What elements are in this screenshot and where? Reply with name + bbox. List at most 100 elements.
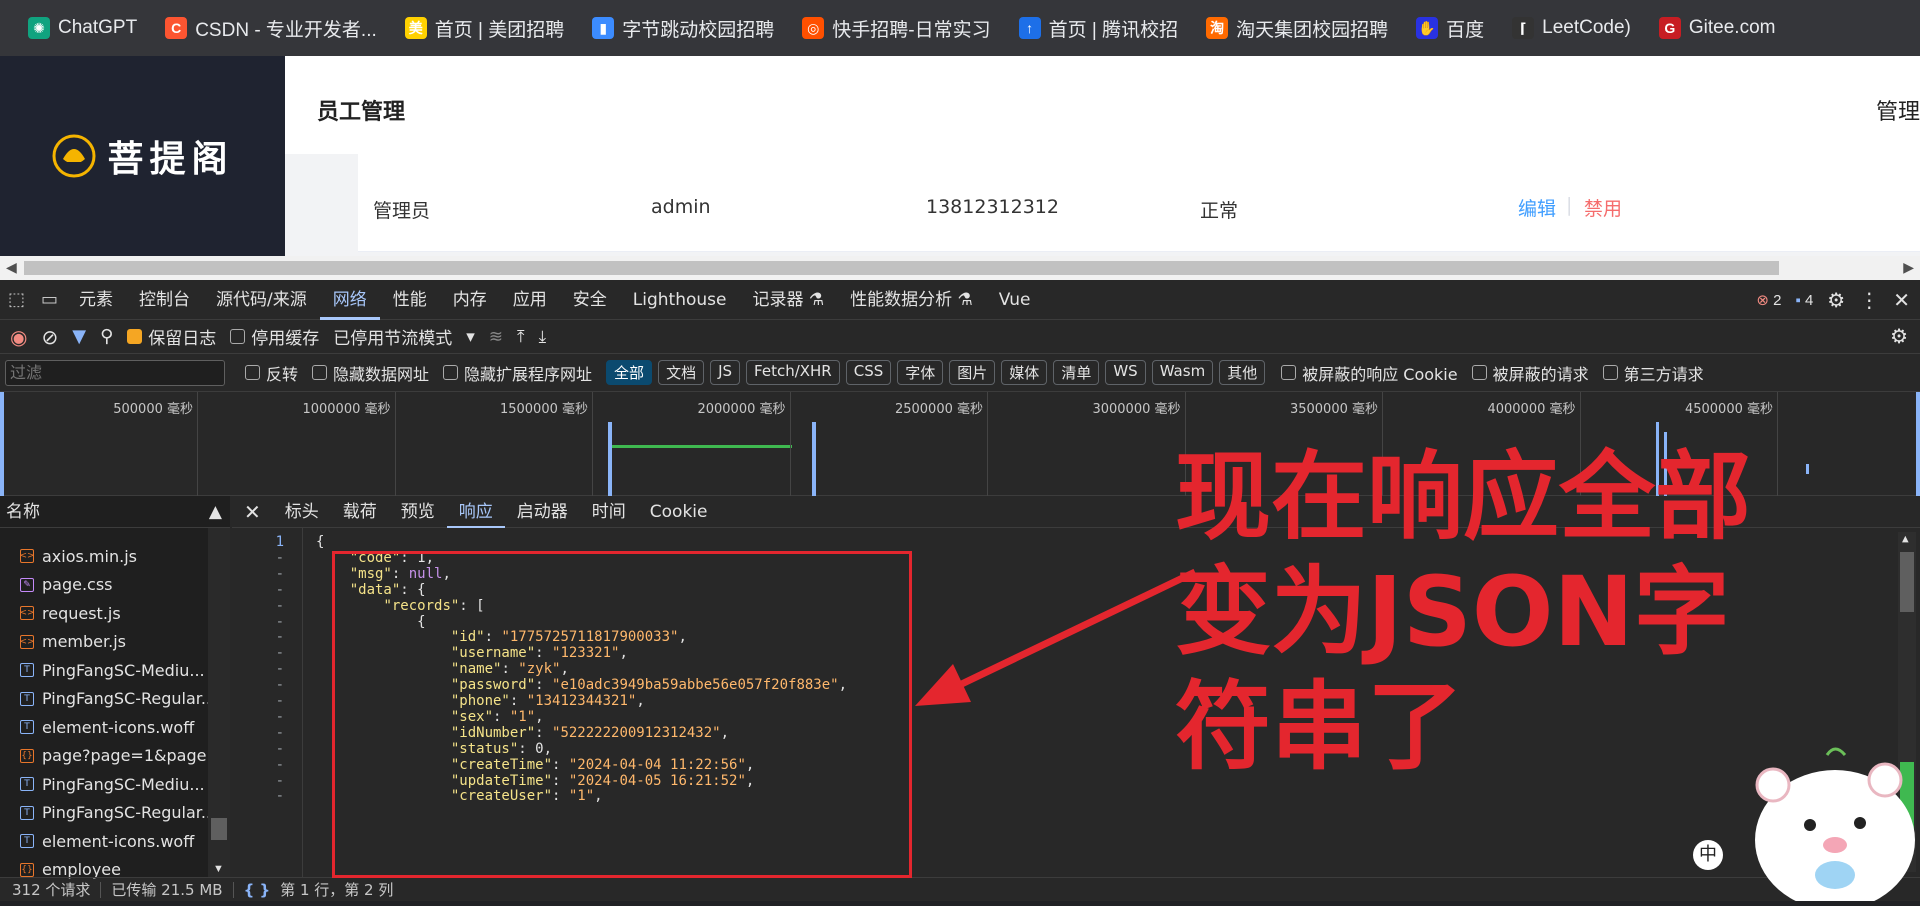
close-detail-icon[interactable]: ✕ (232, 496, 273, 528)
bookmark-item[interactable]: ✺ ChatGPT (14, 0, 151, 56)
request-list-item[interactable]: T PingFangSC-Mediu... (20, 770, 205, 798)
resource-type-filter[interactable]: 清单 (1053, 360, 1100, 385)
request-list-item[interactable]: T PingFangSC-Mediu... (20, 656, 205, 684)
bookmark-item[interactable]: ⌈ LeetCode) (1498, 0, 1645, 56)
detail-tab[interactable]: 标头 (273, 496, 331, 528)
devtools-tab[interactable]: 网络 (319, 280, 380, 320)
wifi-conditions-icon[interactable]: ≋ (489, 327, 503, 347)
blocked-cookies-checkbox[interactable]: 被屏蔽的响应 Cookie (1281, 361, 1458, 385)
request-list-scrollbar[interactable]: ▼ (208, 528, 230, 877)
bookmark-item[interactable]: ✋ 百度 (1402, 0, 1498, 56)
inspect-element-icon[interactable]: ⬚ (0, 289, 33, 310)
resource-type-filter[interactable]: 文档 (658, 360, 705, 385)
resource-type-filter[interactable]: 图片 (949, 360, 996, 385)
devtools-tab[interactable]: 性能数据分析 ⚗ (837, 280, 986, 320)
devtools-tab[interactable]: 源代码/来源 (203, 280, 320, 320)
close-devtools-icon[interactable]: ✕ (1893, 288, 1910, 313)
detail-tab[interactable]: 时间 (580, 496, 638, 528)
detail-tab[interactable]: 载荷 (331, 496, 389, 528)
devtools-tab[interactable]: 控制台 (126, 280, 203, 320)
filter-funnel-icon[interactable]: ▼ (72, 326, 86, 347)
bookmark-item[interactable]: 美首页 | 美团招聘 (391, 0, 579, 56)
scroll-left-icon[interactable]: ◀ (6, 259, 17, 276)
third-party-checkbox[interactable]: 第三方请求 (1602, 361, 1704, 385)
hide-data-urls-checkbox[interactable]: 隐藏数据网址 (312, 361, 429, 385)
network-settings-gear-icon[interactable]: ⚙ (1890, 324, 1908, 349)
resource-type-filter[interactable]: Wasm (1151, 360, 1214, 385)
devtools-tab[interactable]: Lighthouse (620, 280, 740, 320)
resource-type-filter[interactable]: 全部 (606, 360, 653, 385)
bookmark-label: 百度 (1446, 19, 1485, 41)
chatgpt-icon: ✺ (28, 17, 50, 39)
request-list-item[interactable]: Telement-icons.woff (20, 713, 194, 741)
header-user-menu[interactable]: 管理 (1876, 94, 1920, 126)
timeline-left-handle[interactable] (0, 392, 4, 496)
devtools-tab[interactable]: 应用 (500, 280, 560, 320)
message-counter[interactable]: ▪ 4 (1795, 292, 1813, 309)
error-counter[interactable]: ⊗ 2 (1756, 291, 1781, 309)
name-column-header[interactable]: 名称 ▲ (0, 496, 230, 528)
scrollbar-thumb[interactable] (1900, 552, 1914, 612)
scrollbar-thumb[interactable] (211, 818, 227, 840)
scroll-right-icon[interactable]: ▶ (1903, 259, 1914, 276)
resource-type-filter[interactable]: WS (1105, 360, 1146, 385)
app-logo[interactable]: 菩提阁 (51, 130, 233, 182)
search-icon[interactable]: ⚲ (100, 326, 113, 347)
import-har-icon[interactable]: ⤒ (517, 327, 525, 347)
invert-checkbox[interactable]: 反转 (245, 361, 298, 385)
pretty-print-icon[interactable]: { } (244, 881, 271, 899)
js-file-icon: <> (19, 634, 35, 649)
hide-extension-urls-checkbox[interactable]: 隐藏扩展程序网址 (443, 361, 592, 385)
edit-button[interactable]: 编辑 (1518, 194, 1556, 221)
request-list-item[interactable]: <> member.js (19, 628, 126, 656)
request-list-item[interactable]: Telement-icons.woff (20, 827, 194, 855)
settings-gear-icon[interactable]: ⚙ (1827, 288, 1845, 313)
bookmark-item[interactable]: ↑ 首页 | 腾讯校招 (1005, 0, 1193, 56)
horizontal-scrollbar[interactable]: ◀ ▶ (0, 256, 1920, 280)
scroll-up-icon[interactable]: ▲ (1902, 532, 1909, 545)
devtools-tab[interactable]: 内存 (440, 280, 500, 320)
bookmark-item[interactable]: ◎ 快手招聘-日常实习 (788, 0, 1004, 56)
devtools-tab[interactable]: 安全 (560, 280, 620, 320)
request-list-item[interactable]: <> axios.min.js (19, 542, 137, 570)
devtools-tab[interactable]: 元素 (66, 280, 126, 320)
request-list-item[interactable]: <> request.js (19, 599, 120, 627)
blocked-requests-checkbox[interactable]: 被屏蔽的请求 (1471, 361, 1589, 385)
bookmark-item[interactable]: 淘淘天集团校园招聘 (1192, 0, 1402, 56)
devtools-tab[interactable]: Vue (986, 280, 1044, 320)
timeline-right-handle[interactable] (1916, 392, 1920, 496)
resource-type-filter[interactable]: JS (710, 360, 741, 385)
resource-type-filter[interactable]: 字体 (897, 360, 944, 385)
scrollbar-thumb[interactable] (24, 261, 1779, 275)
device-toolbar-icon[interactable]: ▭ (33, 289, 66, 310)
filter-input[interactable] (5, 359, 225, 386)
bookmark-item[interactable]: C CSDN - 专业开发者... (151, 0, 391, 56)
devtools-tab[interactable]: 记录器 ⚗ (739, 280, 837, 320)
detail-tab[interactable]: 启动器 (505, 496, 580, 528)
resource-type-filter[interactable]: 其他 (1219, 360, 1266, 385)
preserve-log-checkbox[interactable]: 保留日志 (127, 324, 216, 349)
resource-type-filter[interactable]: CSS (845, 360, 892, 385)
more-options-icon[interactable]: ⋮ (1859, 288, 1879, 313)
bookmark-item[interactable]: G Gitee.com (1645, 0, 1790, 56)
sort-up-icon[interactable]: ▲ (209, 496, 222, 528)
bookmark-item[interactable]: ▮ 字节跳动校园招聘 (578, 0, 788, 56)
export-har-icon[interactable]: ⤓ (539, 327, 547, 347)
request-list-item[interactable]: {} page?page=1&page... (20, 742, 222, 770)
detail-tab[interactable]: 响应 (446, 496, 505, 528)
detail-tab[interactable]: 预览 (389, 496, 447, 528)
request-list-item[interactable]: T PingFangSC-Regular.... (20, 799, 221, 827)
throttle-select[interactable]: 已停用节流模式 ▾ (333, 324, 475, 350)
devtools-tab[interactable]: 性能 (380, 280, 440, 320)
scroll-down-icon[interactable]: ▼ (213, 863, 224, 875)
disable-button[interactable]: 禁用 (1584, 194, 1622, 221)
clear-icon[interactable]: ⊘ (41, 325, 58, 349)
record-stop-icon[interactable]: ◉ (10, 325, 27, 349)
resource-type-filter[interactable]: Fetch/XHR (746, 360, 840, 385)
request-list-item[interactable]: T PingFangSC-Regular.... (20, 685, 221, 713)
resource-type-filter[interactable]: 媒体 (1001, 360, 1048, 385)
disable-cache-checkbox[interactable]: 停用缓存 (230, 324, 319, 349)
detail-tab[interactable]: Cookie (638, 496, 720, 528)
request-list-item[interactable]: ✎ page.css (20, 571, 113, 599)
ime-indicator[interactable]: 中 (1693, 840, 1723, 870)
